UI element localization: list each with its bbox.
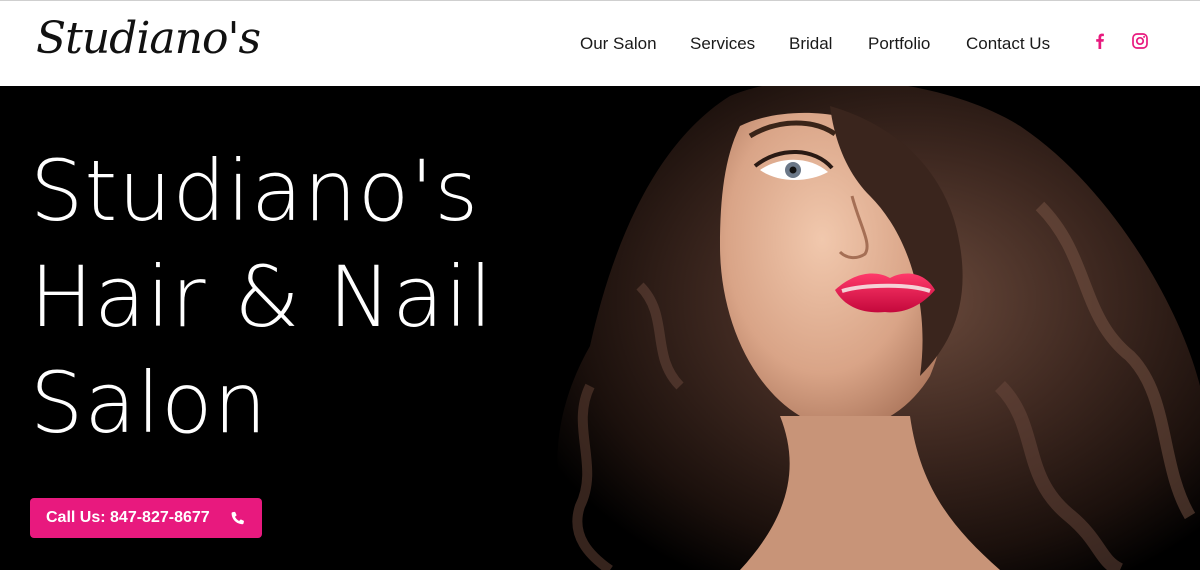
nav-our-salon[interactable]: Our Salon bbox=[580, 33, 657, 55]
headline-line-3: Salon bbox=[30, 354, 268, 452]
nav-services[interactable]: Services bbox=[690, 33, 755, 55]
hero-section: Studiano's Hair & Nail Salon Call Us: 84… bbox=[0, 86, 1200, 570]
headline-line-1: Studiano's bbox=[30, 142, 480, 240]
hero-portrait-image bbox=[557, 86, 1200, 570]
call-us-button[interactable]: Call Us: 847-827-8677 bbox=[30, 498, 262, 538]
headline-line-2: Hair & Nail bbox=[30, 248, 494, 346]
nav-contact-us[interactable]: Contact Us bbox=[966, 33, 1050, 55]
nav-bridal[interactable]: Bridal bbox=[789, 33, 832, 55]
nav-portfolio[interactable]: Portfolio bbox=[868, 33, 930, 55]
site-header: Studiano's Our Salon Services Bridal Por… bbox=[0, 0, 1200, 86]
facebook-icon[interactable] bbox=[1091, 32, 1109, 50]
phone-icon bbox=[231, 511, 244, 525]
hero-headline: Studiano's Hair & Nail Salon bbox=[30, 138, 550, 456]
call-us-label: Call Us: 847-827-8677 bbox=[46, 509, 210, 526]
main-nav: Our Salon Services Bridal Portfolio Cont… bbox=[0, 1, 1200, 87]
instagram-icon[interactable] bbox=[1131, 32, 1149, 50]
